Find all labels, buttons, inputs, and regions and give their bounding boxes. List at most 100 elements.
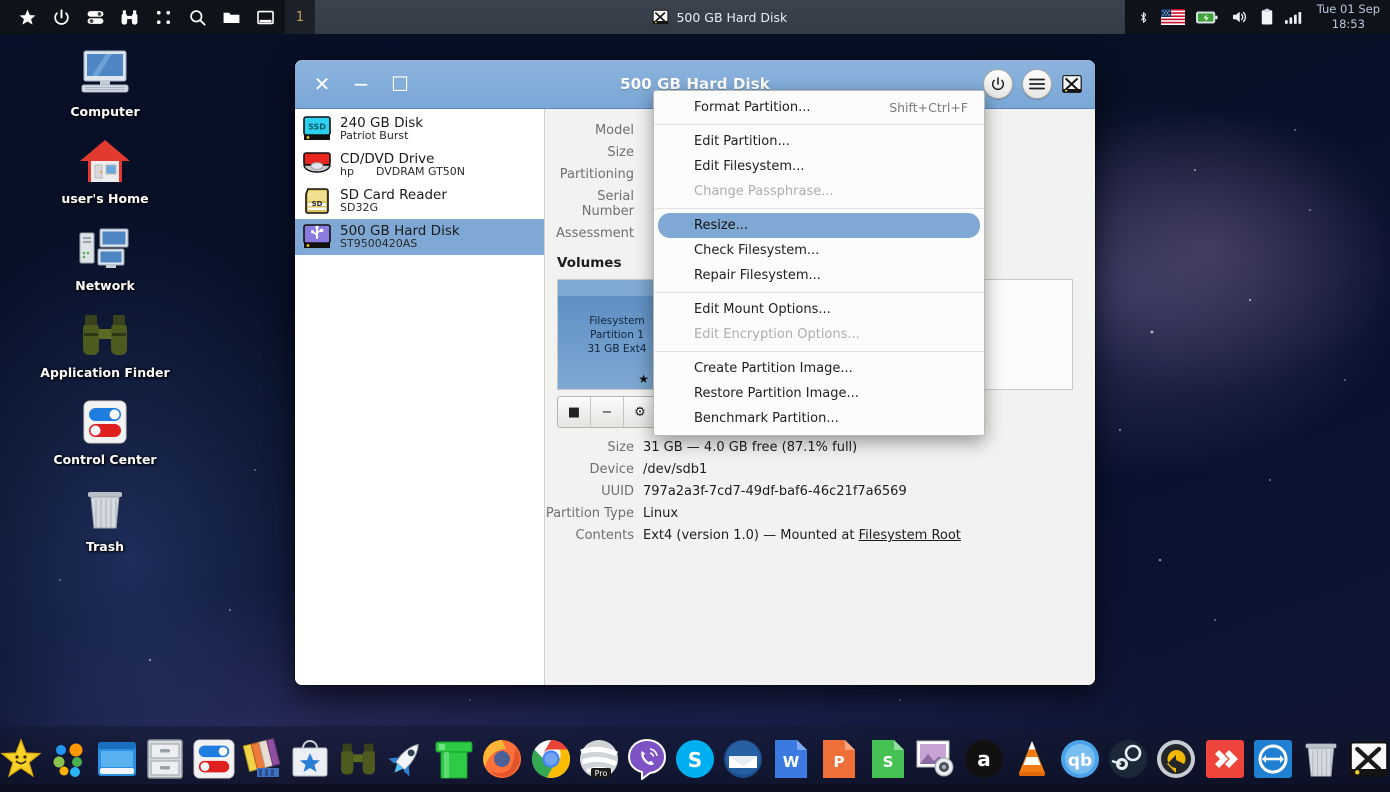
device-row-500gb-hard-disk[interactable]: 500 GB Hard Disk ST9500420AS (295, 219, 544, 255)
whisker-menu-star-icon[interactable] (18, 8, 37, 27)
partition-info-row: Partition Type Linux (545, 506, 1073, 521)
dock-item-opera-pro[interactable]: Pro (578, 737, 620, 781)
dock-item-firefox[interactable] (481, 737, 523, 781)
binoculars-finder-icon[interactable] (120, 8, 139, 27)
writer-document-icon: W (775, 740, 808, 778)
keyboard-layout-us-flag-icon[interactable] (1160, 9, 1185, 25)
clock[interactable]: Tue 01 Sep 18:53 (1312, 0, 1390, 34)
menu-item-resize[interactable]: Resize... (658, 213, 980, 238)
desktop-icon-application-finder[interactable]: Application Finder (40, 309, 170, 380)
dock-item-app-grid[interactable] (48, 737, 90, 781)
menu-item-repair-filesystem[interactable]: Repair Filesystem... (654, 263, 984, 288)
menu-item-restore-partition-image[interactable]: Restore Partition Image... (654, 381, 984, 406)
dock-item-spreadsheet[interactable]: S (867, 737, 909, 781)
dock-item-steam[interactable] (1107, 737, 1149, 781)
menu-item-format-partition[interactable]: Format Partition... Shift+Ctrl+F (654, 95, 984, 120)
device-sub-vendor: hp (340, 165, 354, 179)
menu-item-check-filesystem[interactable]: Check Filesystem... (654, 238, 984, 263)
partition-context-menu: Format Partition... Shift+Ctrl+F Edit Pa… (653, 90, 985, 436)
dock-item-chrome[interactable] (530, 737, 572, 781)
whisker-star-icon (0, 738, 42, 778)
dock-item-skype[interactable]: S (674, 737, 716, 781)
device-name: SD Card Reader (340, 186, 447, 203)
device-row-sd-card-reader[interactable]: SD SD Card Reader SD32G (295, 183, 544, 219)
dock-item-software-store[interactable] (289, 737, 331, 781)
desktop-icon-users-home[interactable]: user's Home (40, 135, 170, 206)
hamburger-menu-button[interactable] (1022, 69, 1052, 99)
more-actions-button[interactable]: ⚙ (624, 397, 656, 427)
pipe-icon (435, 741, 473, 779)
dock-item-window-manager[interactable] (96, 737, 138, 781)
dock-item-binoculars[interactable] (337, 737, 379, 781)
dock-item-teamviewer[interactable] (1252, 737, 1294, 781)
dock-item-theme-config[interactable] (241, 737, 283, 781)
menu-item-edit-partition[interactable]: Edit Partition... (654, 129, 984, 154)
dock-item-pipe[interactable] (433, 737, 475, 781)
desktop-icon-label: Computer (70, 104, 140, 119)
menu-item-benchmark-partition[interactable]: Benchmark Partition... (654, 406, 984, 431)
dock-item-image-viewer[interactable] (915, 737, 957, 781)
volume-icon[interactable] (1229, 8, 1249, 26)
device-name: 240 GB Disk (340, 114, 424, 131)
partition-info-row: Contents Ext4 (version 1.0) — Mounted at… (545, 528, 1073, 543)
taskbar-item-500gb-hard-disk[interactable]: 500 GB Hard Disk (642, 6, 797, 28)
filesystem-root-link[interactable]: Filesystem Root (859, 528, 961, 543)
unmount-button[interactable]: ■ (558, 397, 591, 427)
dock-item-whisker-star[interactable] (0, 737, 42, 781)
dock-item-rocket-launcher[interactable] (385, 737, 427, 781)
device-text: 240 GB Disk Patriot Burst (340, 116, 423, 142)
settings-toggles-icon[interactable] (86, 8, 105, 27)
software-store-icon (292, 740, 328, 777)
app-grid-dots-icon (53, 743, 83, 777)
partition-info-value: Linux (643, 506, 679, 521)
device-sub: hp DVDRAM GT50N (340, 166, 465, 178)
dock-item-vlc[interactable] (1011, 737, 1053, 781)
opera-pro-icon: Pro (579, 740, 618, 778)
dock-item-trash[interactable] (1300, 737, 1342, 781)
contents-text: Ext4 (version 1.0) — Mounted at (643, 528, 859, 543)
dock-item-presentation[interactable]: P (818, 737, 860, 781)
network-signal-icon[interactable] (1284, 10, 1303, 25)
menu-item-label: Benchmark Partition... (694, 411, 839, 426)
menu-item-create-partition-image[interactable]: Create Partition Image... (654, 356, 984, 381)
show-desktop-icon[interactable] (256, 8, 275, 27)
dock-item-anydesk[interactable] (1203, 737, 1245, 781)
taskbar-item-label: 500 GB Hard Disk (676, 9, 788, 25)
file-manager-icon[interactable] (222, 8, 241, 27)
dock-item-writer-document[interactable]: W (770, 737, 812, 781)
desktop-icon-trash[interactable]: Trash (40, 483, 170, 554)
dock-item-backup-restore[interactable] (1155, 737, 1197, 781)
svg-text:Pro: Pro (594, 769, 607, 778)
device-row-240gb-disk[interactable]: SSD 240 GB Disk Patriot Burst (295, 111, 544, 147)
bluetooth-icon[interactable] (1137, 8, 1150, 27)
dock-item-amazon[interactable]: a (963, 737, 1005, 781)
menu-item-edit-filesystem[interactable]: Edit Filesystem... (654, 154, 984, 179)
window-header-buttons (983, 69, 1083, 99)
volume-toolbar: ■ − ⚙ (557, 396, 657, 428)
battery-icon[interactable] (1195, 10, 1218, 25)
desktop-icon-control-center[interactable]: Control Center (40, 396, 170, 467)
power-off-button[interactable] (983, 69, 1013, 99)
svg-text:S: S (688, 748, 702, 772)
image-viewer-icon (916, 740, 954, 777)
desktop-icon-computer[interactable]: Computer (40, 48, 170, 119)
dock-item-qbittorrent[interactable]: qb (1059, 737, 1101, 781)
workspace-indicator[interactable]: 1 (285, 0, 315, 34)
clipboard-icon[interactable] (1260, 8, 1274, 26)
device-row-cd-dvd-drive[interactable]: CD/DVD Drive hp DVDRAM GT50N (295, 147, 544, 183)
svg-text:qb: qb (1068, 751, 1092, 771)
partition-info-row: Device /dev/sdb1 (545, 462, 1073, 477)
desktop-icon-network[interactable]: Network (40, 222, 170, 293)
power-icon[interactable] (52, 8, 71, 27)
dock-item-file-cabinet[interactable] (144, 737, 186, 781)
dock-item-control-center[interactable] (193, 737, 235, 781)
dock-item-gnome-disks[interactable] (1348, 737, 1390, 781)
search-icon[interactable] (188, 8, 207, 27)
dock-item-viber[interactable] (626, 737, 668, 781)
menu-item-edit-mount-options[interactable]: Edit Mount Options... (654, 297, 984, 322)
delete-partition-button[interactable]: − (591, 397, 624, 427)
grid-apps-icon[interactable] (154, 8, 173, 27)
dock-item-thunderbird[interactable] (722, 737, 764, 781)
panel-launcher-group (0, 0, 285, 34)
desktop-root: 1 500 GB Hard Disk Tue 01 Sep 18:53 Comp… (0, 0, 1390, 792)
